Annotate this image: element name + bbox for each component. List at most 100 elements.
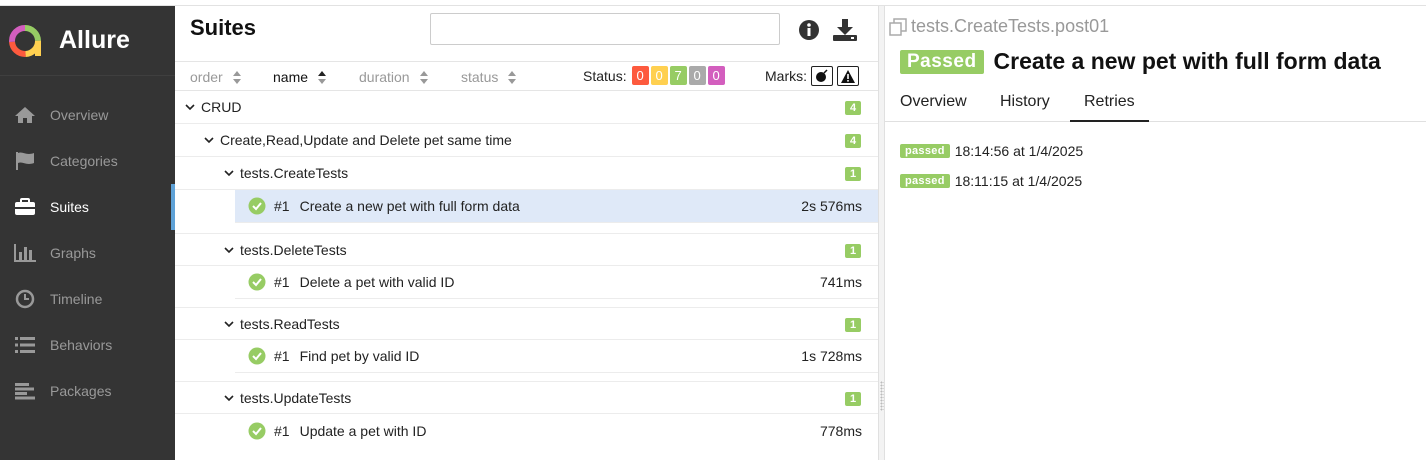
status-badge: Passed xyxy=(900,49,984,74)
new-failed-mark-button[interactable] xyxy=(837,66,859,86)
align-left-icon xyxy=(12,380,38,402)
test-case-row[interactable]: #1 Find pet by valid ID 1s 728ms xyxy=(235,340,878,373)
sidebar-item-suites[interactable]: Suites xyxy=(0,184,175,230)
count-badge: 1 xyxy=(845,392,861,406)
chevron-down-icon xyxy=(224,246,234,253)
allure-logo-icon xyxy=(9,24,41,57)
test-title-row: Passed Create a new pet with full form d… xyxy=(900,48,1381,75)
test-number: #1 xyxy=(274,198,290,214)
splitter-grip-icon[interactable] xyxy=(880,381,884,411)
test-duration: 778ms xyxy=(819,422,862,439)
test-number: #1 xyxy=(274,274,290,290)
info-icon[interactable] xyxy=(797,18,821,42)
status-skipped-toggle[interactable]: 0 xyxy=(688,66,706,85)
check-circle-icon xyxy=(248,197,266,215)
tab-overview[interactable]: Overview xyxy=(900,93,967,122)
check-circle-icon xyxy=(248,273,266,291)
flaky-mark-button[interactable] xyxy=(811,66,833,86)
test-duration: 1s 728ms xyxy=(801,348,862,364)
retry-item[interactable]: passed 18:11:15 at 1/4/2025 xyxy=(900,166,1083,196)
marks-filter: Marks: xyxy=(765,66,859,86)
sidebar-item-label: Timeline xyxy=(50,291,103,307)
sort-order-label: order xyxy=(190,69,223,85)
search-input[interactable] xyxy=(430,13,780,45)
sort-duration[interactable]: duration xyxy=(359,69,428,85)
sort-order[interactable]: order xyxy=(190,69,241,85)
sidebar-item-timeline[interactable]: Timeline xyxy=(0,276,175,322)
copy-icon[interactable] xyxy=(889,17,907,36)
sidebar-item-categories[interactable]: Categories xyxy=(0,138,175,184)
sidebar-item-behaviors[interactable]: Behaviors xyxy=(0,322,175,368)
test-case-row[interactable]: #1 Delete a pet with valid ID 741ms xyxy=(235,266,878,299)
clock-icon xyxy=(12,288,38,310)
tree-node-label: tests.UpdateTests xyxy=(240,389,352,406)
sidebar-item-overview[interactable]: Overview xyxy=(0,92,175,138)
tree-node-class[interactable]: tests.DeleteTests 1 xyxy=(175,233,878,266)
sidebar-item-label: Behaviors xyxy=(50,337,113,353)
count-badge: 1 xyxy=(845,244,861,258)
status-unknown-toggle[interactable]: 0 xyxy=(707,66,725,85)
tree-node-label: tests.DeleteTests xyxy=(240,241,347,258)
pane-splitter[interactable] xyxy=(878,6,885,460)
test-case-row[interactable]: #1 Update a pet with ID 778ms xyxy=(235,414,878,447)
retry-status-badge: passed xyxy=(900,144,950,158)
test-name: Create a new pet with full form data xyxy=(299,198,520,214)
page-title: Suites xyxy=(190,15,257,40)
retry-item[interactable]: passed 18:14:56 at 1/4/2025 xyxy=(900,136,1083,166)
tab-retries[interactable]: Retries xyxy=(1070,93,1149,122)
test-number: #1 xyxy=(274,422,290,439)
tree-node-class[interactable]: tests.CreateTests 1 xyxy=(175,157,878,190)
tree-node-label: CRUD xyxy=(201,99,242,115)
tree-node-root[interactable]: CRUD 4 xyxy=(175,91,878,124)
sidebar-item-graphs[interactable]: Graphs xyxy=(0,230,175,276)
home-icon xyxy=(12,104,38,126)
test-name: Find pet by valid ID xyxy=(299,348,420,364)
chevron-down-icon xyxy=(224,394,234,401)
list-icon xyxy=(12,334,38,356)
sidebar-item-packages[interactable]: Packages xyxy=(0,368,175,414)
chevron-down-icon xyxy=(185,104,195,111)
bar-chart-icon xyxy=(12,242,38,264)
count-badge: 4 xyxy=(845,134,861,148)
sort-status[interactable]: status xyxy=(461,69,517,85)
chevron-down-icon xyxy=(224,320,234,327)
count-badge: 1 xyxy=(845,318,861,332)
download-icon[interactable] xyxy=(832,18,857,42)
brand-name: Allure xyxy=(59,26,130,54)
sidebar-nav: Overview Categories Suites Graphs Timeli… xyxy=(0,92,175,414)
sort-arrows-icon xyxy=(508,70,517,84)
briefcase-icon xyxy=(12,196,38,218)
chevron-down-icon xyxy=(204,137,214,144)
test-case-row[interactable]: #1 Create a new pet with full form data … xyxy=(235,190,878,223)
sidebar-item-label: Overview xyxy=(50,107,109,123)
sort-arrows-icon xyxy=(419,70,428,84)
test-name: Delete a pet with valid ID xyxy=(299,274,455,290)
sidebar-item-label: Categories xyxy=(50,153,118,169)
tree-node-class[interactable]: tests.ReadTests 1 xyxy=(175,307,878,340)
retry-time: 18:11:15 at 1/4/2025 xyxy=(954,173,1083,189)
sort-arrows-icon xyxy=(318,70,327,84)
sort-name[interactable]: name xyxy=(273,69,327,85)
test-detail-pane: tests.CreateTests.post01 Passed Create a… xyxy=(885,6,1426,460)
check-circle-icon xyxy=(248,422,266,439)
flag-icon xyxy=(12,150,38,172)
test-number: #1 xyxy=(274,348,290,364)
tree-node-group[interactable]: Create,Read,Update and Delete pet same t… xyxy=(175,124,878,157)
status-failed-toggle[interactable]: 0 xyxy=(631,66,649,85)
status-broken-toggle[interactable]: 0 xyxy=(650,66,668,85)
count-badge: 4 xyxy=(845,101,861,115)
brand[interactable]: Allure xyxy=(0,6,175,76)
suites-tree: CRUD 4 Create,Read,Update and Delete pet… xyxy=(175,91,878,447)
test-duration: 741ms xyxy=(819,274,862,290)
count-badge: 1 xyxy=(845,167,861,181)
tree-node-class[interactable]: tests.UpdateTests 1 xyxy=(175,381,878,414)
sort-status-label: status xyxy=(461,69,499,85)
test-duration: 2s 576ms xyxy=(801,198,862,214)
status-filter: Status: 0 0 7 0 0 xyxy=(583,66,725,85)
marks-label: Marks: xyxy=(765,68,807,84)
detail-tabs: Overview History Retries xyxy=(885,90,1426,122)
retries-list: passed 18:14:56 at 1/4/2025 passed 18:11… xyxy=(900,136,1083,196)
sidebar: Allure Overview Categories Suites Graphs xyxy=(0,6,175,460)
tab-history[interactable]: History xyxy=(1000,93,1050,122)
status-passed-toggle[interactable]: 7 xyxy=(669,66,687,85)
